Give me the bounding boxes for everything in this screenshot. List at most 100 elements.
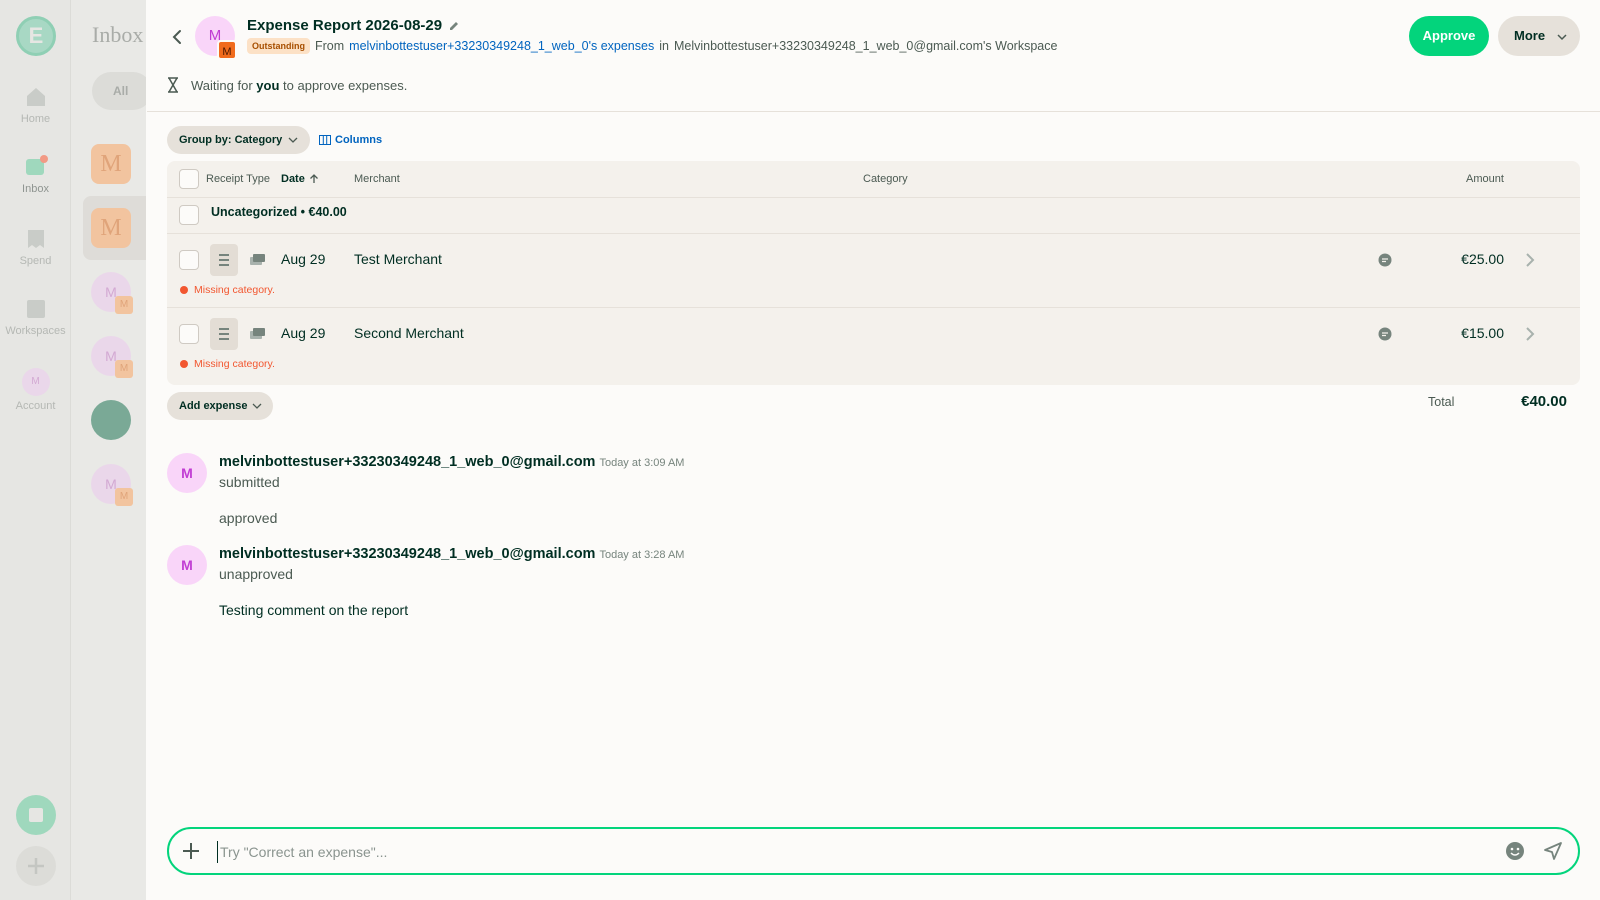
nav-workspaces-label: Workspaces [5,325,66,337]
group-checkbox[interactable] [179,205,199,225]
composer-add-button[interactable] [181,837,201,868]
emoji-icon[interactable] [1505,841,1525,861]
building-icon [26,300,45,318]
activity-time: Today at 3:28 AM [599,549,685,561]
row-date: Aug 29 [281,251,326,267]
activity-avatar[interactable]: M [167,453,207,493]
row-date: Aug 29 [281,325,326,341]
waiting-you: you [256,77,280,93]
nav-home[interactable]: Home [0,85,71,125]
status-badge: Outstanding [247,38,310,54]
report-subtitle: Outstanding From melvinbottestuser+33230… [247,38,1057,54]
activity-author: melvinbottestuser+33230349248_1_web_0@gm… [219,546,685,562]
row-merchant: Second Merchant [354,325,464,341]
workspace-name: Melvinbottestuser+33230349248_1_web_0@gm… [673,39,1058,53]
activity-time: Today at 3:09 AM [599,457,685,469]
nav-workspaces[interactable]: Workspaces [0,297,71,337]
header-divider [147,111,1600,112]
approve-button[interactable]: Approve [1409,16,1489,56]
chat-bubble-icon [1378,327,1392,341]
group-by-label: Group by: Category [179,134,283,146]
send-icon[interactable] [1543,841,1563,861]
plus-icon [183,843,199,859]
back-button[interactable] [167,27,187,47]
receipt-icon [27,230,44,248]
add-expense-button[interactable]: Add expense [167,392,274,420]
header-receipt-type[interactable]: Receipt Type [206,161,270,197]
columns-label: Columns [335,134,383,146]
row-merchant: Test Merchant [354,251,442,267]
activity-author: melvinbottestuser+33230349248_1_web_0@gm… [219,454,685,470]
from-link[interactable]: melvinbottestuser+33230349248_1_web_0's … [349,39,654,53]
activity-avatar[interactable]: M [167,545,207,585]
error-dot-icon [180,286,188,294]
nav-account[interactable]: M Account [0,368,71,412]
home-icon [26,88,45,106]
row-amount: €15.00 [1461,325,1504,341]
inbox-item[interactable]: MM [91,336,133,378]
cash-icon [250,254,265,265]
row-amount: €25.00 [1461,251,1504,267]
inbox-title: Inbox [92,22,144,47]
chevron-down-icon [253,403,262,409]
expense-table: Receipt Type Date Merchant Category Amou… [167,161,1580,385]
add-expense-label: Add expense [179,400,248,412]
columns-button[interactable]: Columns [319,126,382,154]
more-label: More [1514,28,1546,43]
columns-icon [319,135,331,145]
activity-action: unapproved [219,566,293,582]
select-all-checkbox[interactable] [179,169,199,189]
pencil-icon [450,21,459,30]
activity-comment: Testing comment on the report [219,602,409,618]
receipt-icon [210,244,238,276]
inbox-item[interactable]: M [91,144,131,184]
inbox-item[interactable]: MM [91,272,133,314]
composer-input[interactable] [217,841,1457,863]
expensify-logo[interactable]: E [16,16,56,56]
waiting-prefix: Waiting for [191,77,253,93]
receipt-icon [210,318,238,350]
cash-icon [250,328,265,339]
more-button[interactable]: More [1498,16,1580,56]
group-by-button[interactable]: Group by: Category [167,126,311,154]
workspace-avatar: M [217,40,237,60]
chevron-down-icon [1557,34,1567,41]
report-title: Expense Report 2026-08-29 [247,17,443,34]
nav-inbox[interactable]: Inbox [0,155,71,195]
chevron-down-icon [288,137,298,143]
row-checkbox[interactable] [179,324,199,344]
waiting-banner: Waiting for you to approve expenses. [167,77,407,93]
chat-bubble-icon [1378,253,1392,267]
group-total: €40.00 [308,205,347,219]
nav-home-label: Home [20,113,51,125]
from-prefix: From [315,39,345,53]
sort-up-icon [309,174,318,183]
inbox-list: Inbox All M M MM MM MM [71,0,146,900]
row-divider [167,197,1580,198]
report-header: M M Expense Report 2026-08-29 Outstandin… [147,0,1600,72]
nav-rail: E Home Inbox Spend Workspaces M Account [0,0,71,900]
row-checkbox[interactable] [179,250,199,270]
hourglass-icon [168,77,178,93]
total-value: €40.00 [1521,393,1567,410]
report-title-row[interactable]: Expense Report 2026-08-29 [247,17,460,34]
create-button[interactable] [16,846,56,886]
header-date[interactable]: Date [281,161,319,197]
inbox-item[interactable]: MM [91,464,133,506]
inbox-item[interactable] [91,400,131,440]
table-row[interactable]: Aug 29 Second Merchant €15.00 Missing ca… [167,308,1580,381]
header-amount[interactable]: Amount [1466,161,1504,197]
header-merchant[interactable]: Merchant [354,161,400,197]
header-category[interactable]: Category [863,161,908,197]
filter-all-chip[interactable]: All [92,72,146,110]
activity-action: approved [219,510,278,526]
table-row[interactable]: Aug 29 Test Merchant €25.00 Missing cate… [167,234,1580,307]
group-label: Uncategorized [211,205,298,219]
quick-action-button[interactable] [16,795,56,835]
activity-action: submitted [219,474,280,490]
row-error: Missing category. [180,284,275,296]
chevron-right-icon [1526,253,1535,267]
in-text: in [659,39,669,53]
inbox-item[interactable]: M [91,208,131,248]
nav-spend[interactable]: Spend [0,227,71,267]
